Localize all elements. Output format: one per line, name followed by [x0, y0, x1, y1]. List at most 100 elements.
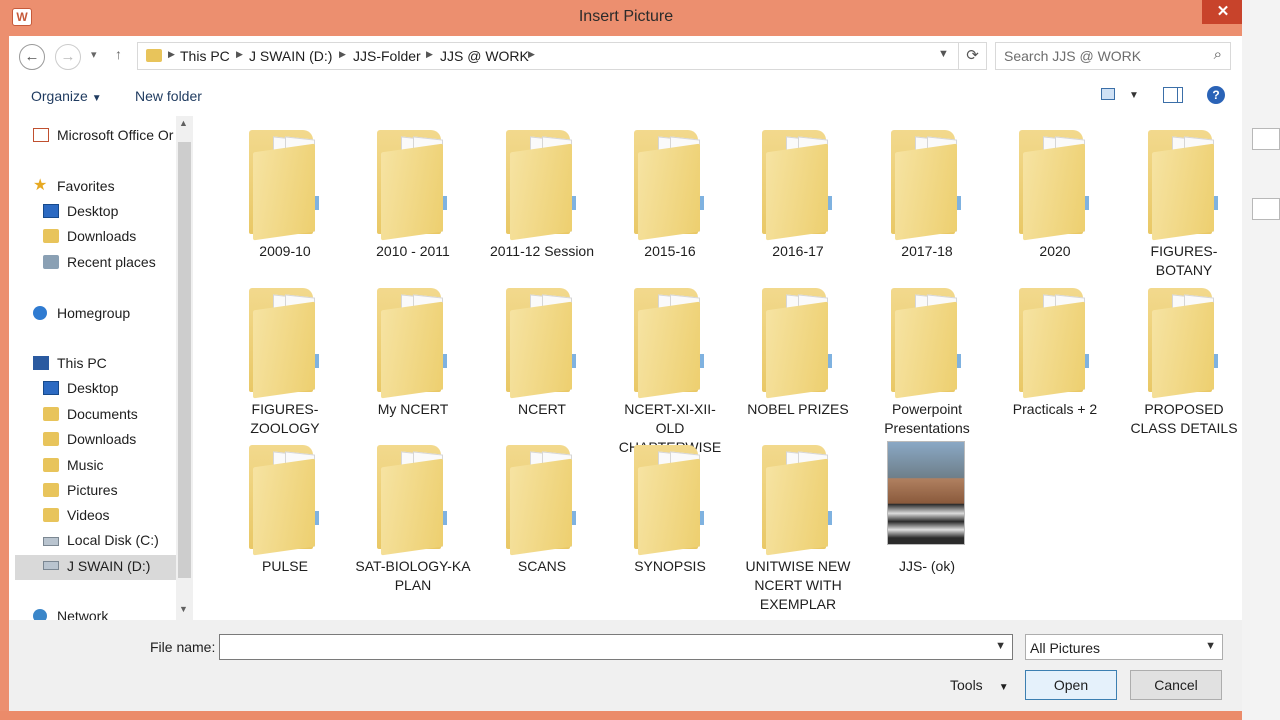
- drive-icon: [43, 561, 59, 570]
- folder-item[interactable]: FIGURES-ZOOLOGY: [227, 280, 343, 436]
- image-file-item[interactable]: JJS- (ok): [869, 437, 985, 587]
- folder-icon: [634, 445, 706, 556]
- item-name: SAT-BIOLOGY-KA PLAN: [355, 558, 471, 593]
- office-icon: [33, 128, 49, 142]
- folder-item[interactable]: NOBEL PRIZES: [740, 280, 856, 430]
- item-name: 2017-18: [901, 243, 953, 259]
- sidebar-item-label: Desktop: [67, 203, 119, 219]
- organize-label: Organize: [31, 88, 88, 104]
- folder-item[interactable]: 2010 - 2011: [355, 122, 471, 272]
- folder-icon: [762, 130, 834, 241]
- sidebar-item-j-swain-d[interactable]: J SWAIN (D:): [15, 555, 176, 580]
- scroll-up-icon[interactable]: ▲: [179, 118, 188, 128]
- file-name-input[interactable]: ▼: [219, 634, 1013, 660]
- chevron-down-icon[interactable]: ▼: [995, 640, 1006, 652]
- breadcrumb-this-pc[interactable]: This PC: [180, 48, 230, 64]
- sidebar-item-label: J SWAIN (D:): [67, 558, 151, 574]
- chevron-down-icon[interactable]: ▼: [938, 48, 949, 60]
- folder-item[interactable]: 2017-18: [869, 122, 985, 272]
- new-folder-button[interactable]: New folder: [135, 88, 202, 104]
- folder-icon: [506, 445, 578, 556]
- folder-item[interactable]: 2011-12 Session: [484, 122, 600, 272]
- folder-icon: [43, 458, 59, 472]
- scroll-down-icon[interactable]: ▼: [179, 604, 188, 614]
- sidebar-item-label: Videos: [67, 507, 110, 523]
- chevron-right-icon[interactable]: ▶: [528, 49, 535, 60]
- item-name: PULSE: [262, 558, 308, 574]
- view-options-chevron-icon[interactable]: ▼: [1129, 90, 1139, 101]
- search-box[interactable]: Search JJS @ WORK ⌕: [995, 42, 1231, 70]
- scrollbar-thumb[interactable]: [178, 142, 191, 578]
- navigation-pane: Microsoft Office Or ★ Favorites Desktop D…: [9, 116, 193, 624]
- item-name: NOBEL PRIZES: [747, 401, 849, 417]
- open-button[interactable]: Open: [1025, 670, 1117, 700]
- tools-button[interactable]: Tools ▼: [950, 677, 1009, 693]
- item-name: My NCERT: [377, 401, 449, 417]
- sidebar-item-label: Microsoft Office Or: [57, 127, 174, 143]
- folder-item[interactable]: 2015-16: [612, 122, 728, 272]
- cancel-button[interactable]: Cancel: [1130, 670, 1222, 700]
- address-bar[interactable]: ▶ This PC ▶ J SWAIN (D:) ▶ JJS-Folder ▶ …: [137, 42, 987, 70]
- close-button[interactable]: ✕: [1202, 0, 1244, 24]
- folder-item[interactable]: Practicals + 2: [997, 280, 1113, 430]
- chevron-right-icon[interactable]: ▶: [236, 49, 243, 60]
- folder-item[interactable]: My NCERT: [355, 280, 471, 430]
- search-placeholder: Search JJS @ WORK: [1004, 48, 1142, 64]
- navigation-scrollbar[interactable]: ▲ ▼: [176, 116, 193, 620]
- insert-picture-dialog: W Insert Picture ✕ ← → ▾ ↑ ▶ This PC ▶ J…: [0, 0, 1244, 716]
- folder-item[interactable]: NCERT-XI-XII-OLD CHAPTERWISE: [612, 280, 728, 455]
- desktop-icon: [43, 381, 59, 395]
- folder-icon: [762, 288, 834, 399]
- forward-button[interactable]: →: [55, 44, 81, 70]
- organize-button[interactable]: Organize ▼: [31, 88, 102, 104]
- dialog-body: ← → ▾ ↑ ▶ This PC ▶ J SWAIN (D:) ▶ JJS-F…: [9, 36, 1242, 711]
- folder-icon: [1148, 288, 1220, 399]
- sidebar-item-label: Downloads: [67, 431, 137, 447]
- breadcrumb-jjs-folder[interactable]: JJS-Folder: [353, 48, 421, 64]
- sidebar-item-label: Local Disk (C:): [67, 532, 159, 548]
- chevron-down-icon: ▼: [1205, 640, 1216, 652]
- folder-item[interactable]: 2016-17: [740, 122, 856, 272]
- refresh-button[interactable]: ⟳: [958, 43, 986, 69]
- preview-pane-icon[interactable]: [1163, 87, 1183, 103]
- folder-item[interactable]: PROPOSED CLASS DETAILS: [1126, 280, 1242, 436]
- change-view-icon[interactable]: [1101, 88, 1115, 100]
- folder-item[interactable]: NCERT: [484, 280, 600, 430]
- folder-item[interactable]: UNITWISE NEW NCERT WITH EXEMPLAR: [740, 437, 856, 612]
- folder-icon: [1019, 130, 1091, 241]
- dialog-footer: File name: ▼ All Pictures ▼ Tools ▼ Open …: [9, 620, 1242, 711]
- folder-item[interactable]: SAT-BIOLOGY-KA PLAN: [355, 437, 471, 593]
- help-icon[interactable]: ?: [1207, 86, 1225, 104]
- item-name: FIGURES-ZOOLOGY: [250, 401, 320, 436]
- sidebar-item-label: This PC: [57, 355, 107, 371]
- pc-icon: [33, 356, 49, 370]
- chevron-right-icon[interactable]: ▶: [426, 49, 433, 60]
- image-thumbnail: [887, 441, 965, 545]
- folder-item[interactable]: FIGURES-BOTANY: [1126, 122, 1242, 278]
- breadcrumb-drive[interactable]: J SWAIN (D:): [249, 48, 332, 64]
- folder-item[interactable]: 2009-10: [227, 122, 343, 272]
- background-field: [1252, 198, 1280, 220]
- folder-item[interactable]: SCANS: [484, 437, 600, 587]
- folder-item[interactable]: Powerpoint Presentations: [869, 280, 985, 436]
- desktop-icon: [43, 204, 59, 218]
- folder-item[interactable]: PULSE: [227, 437, 343, 587]
- folder-item[interactable]: SYNOPSIS: [612, 437, 728, 587]
- item-name: Powerpoint Presentations: [884, 401, 970, 436]
- item-name: 2020: [1039, 243, 1071, 259]
- sidebar-item-label: Homegroup: [57, 305, 131, 321]
- file-type-filter[interactable]: All Pictures ▼: [1025, 634, 1223, 660]
- item-name: JJS- (ok): [899, 558, 955, 574]
- drive-icon: [43, 537, 59, 546]
- up-button[interactable]: ↑: [115, 46, 122, 62]
- recent-locations-button[interactable]: ▾: [91, 48, 97, 61]
- chevron-right-icon[interactable]: ▶: [339, 49, 346, 60]
- folder-icon: [1148, 130, 1220, 241]
- folder-icon: [43, 508, 59, 522]
- folder-item[interactable]: 2020: [997, 122, 1113, 272]
- folder-icon: [891, 288, 963, 399]
- folder-icon: [43, 407, 59, 421]
- back-button[interactable]: ←: [19, 44, 45, 70]
- item-name: 2015-16: [644, 243, 696, 259]
- breadcrumb-jjs-work[interactable]: JJS @ WORK: [440, 48, 529, 64]
